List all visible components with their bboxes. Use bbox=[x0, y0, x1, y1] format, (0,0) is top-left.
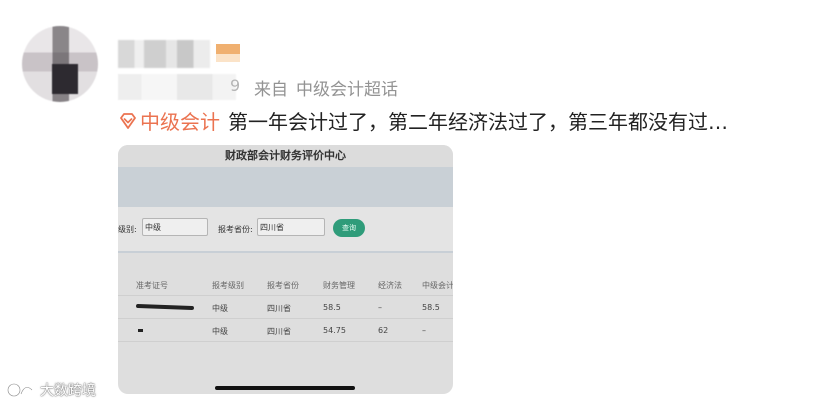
table-header: 准考证号 bbox=[136, 281, 168, 290]
watermark-logo-icon bbox=[7, 383, 33, 397]
table-row: 中级 四川省 58.5 – 58.5 bbox=[118, 296, 453, 319]
table-cell: 58.5 bbox=[323, 303, 341, 312]
timestamp-suffix: 9 bbox=[230, 76, 241, 95]
table-header: 中级会计 bbox=[422, 281, 453, 290]
table-cell: – bbox=[422, 326, 426, 335]
table-header: 报考级别 bbox=[212, 281, 244, 290]
level-label: 级别: bbox=[118, 225, 137, 234]
score-table: 准考证号 报考级别 报考省份 财务管理 经济法 中级会计 中级 四川省 58.5… bbox=[118, 273, 453, 342]
image-divider bbox=[118, 251, 453, 253]
watermark: 大数跨境 bbox=[6, 380, 96, 400]
table-header: 报考省份 bbox=[267, 281, 299, 290]
meta-source-link[interactable]: 中级会计超话 bbox=[296, 80, 398, 100]
avatar[interactable] bbox=[22, 26, 98, 102]
table-row: 中级 四川省 54.75 62 – bbox=[118, 319, 453, 342]
post-meta: 来自 中级会计超话 bbox=[254, 75, 398, 100]
vip-badge-icon bbox=[216, 44, 240, 62]
table-header-row: 准考证号 报考级别 报考省份 财务管理 经济法 中级会计 bbox=[118, 273, 453, 296]
table-cell: 58.5 bbox=[422, 303, 440, 312]
province-field: 四川省 bbox=[257, 218, 325, 236]
post-image[interactable]: 财政部会计财务评价中心 级别: 中级 报考省份: 四川省 查询 准考证号 报考级… bbox=[118, 145, 453, 394]
table-cell: 四川省 bbox=[267, 327, 291, 336]
timestamp-redacted bbox=[118, 74, 236, 100]
table-cell: 中级 bbox=[212, 304, 228, 313]
home-indicator bbox=[215, 386, 355, 390]
table-header: 经济法 bbox=[378, 281, 402, 290]
topic-link[interactable]: 中级会计 bbox=[140, 106, 220, 135]
username-redacted[interactable] bbox=[118, 40, 210, 68]
topic-diamond-icon bbox=[120, 112, 136, 129]
table-cell: 62 bbox=[378, 326, 389, 335]
redacted-exam-id bbox=[135, 303, 195, 311]
post-body: 第一年会计过了，第二年经济法过了，第三年都没有过… bbox=[228, 110, 728, 134]
redacted-exam-id bbox=[138, 329, 143, 332]
image-page-title: 财政部会计财务评价中心 bbox=[118, 145, 453, 167]
province-label: 报考省份: bbox=[218, 225, 253, 234]
level-field: 中级 bbox=[142, 218, 208, 236]
table-cell: 54.75 bbox=[323, 326, 346, 335]
table-header: 财务管理 bbox=[323, 281, 355, 290]
meta-from: 来自 bbox=[254, 80, 288, 100]
query-button: 查询 bbox=[333, 219, 365, 237]
table-cell: – bbox=[378, 303, 382, 312]
image-filter-bar: 级别: 中级 报考省份: 四川省 查询 bbox=[118, 207, 453, 251]
table-cell: 四川省 bbox=[267, 304, 291, 313]
watermark-text: 大数跨境 bbox=[40, 383, 96, 399]
table-cell: 中级 bbox=[212, 327, 228, 336]
post-text: 中级会计 第一年会计过了，第二年经济法过了，第三年都没有过… bbox=[118, 106, 728, 135]
image-banner bbox=[118, 167, 453, 207]
